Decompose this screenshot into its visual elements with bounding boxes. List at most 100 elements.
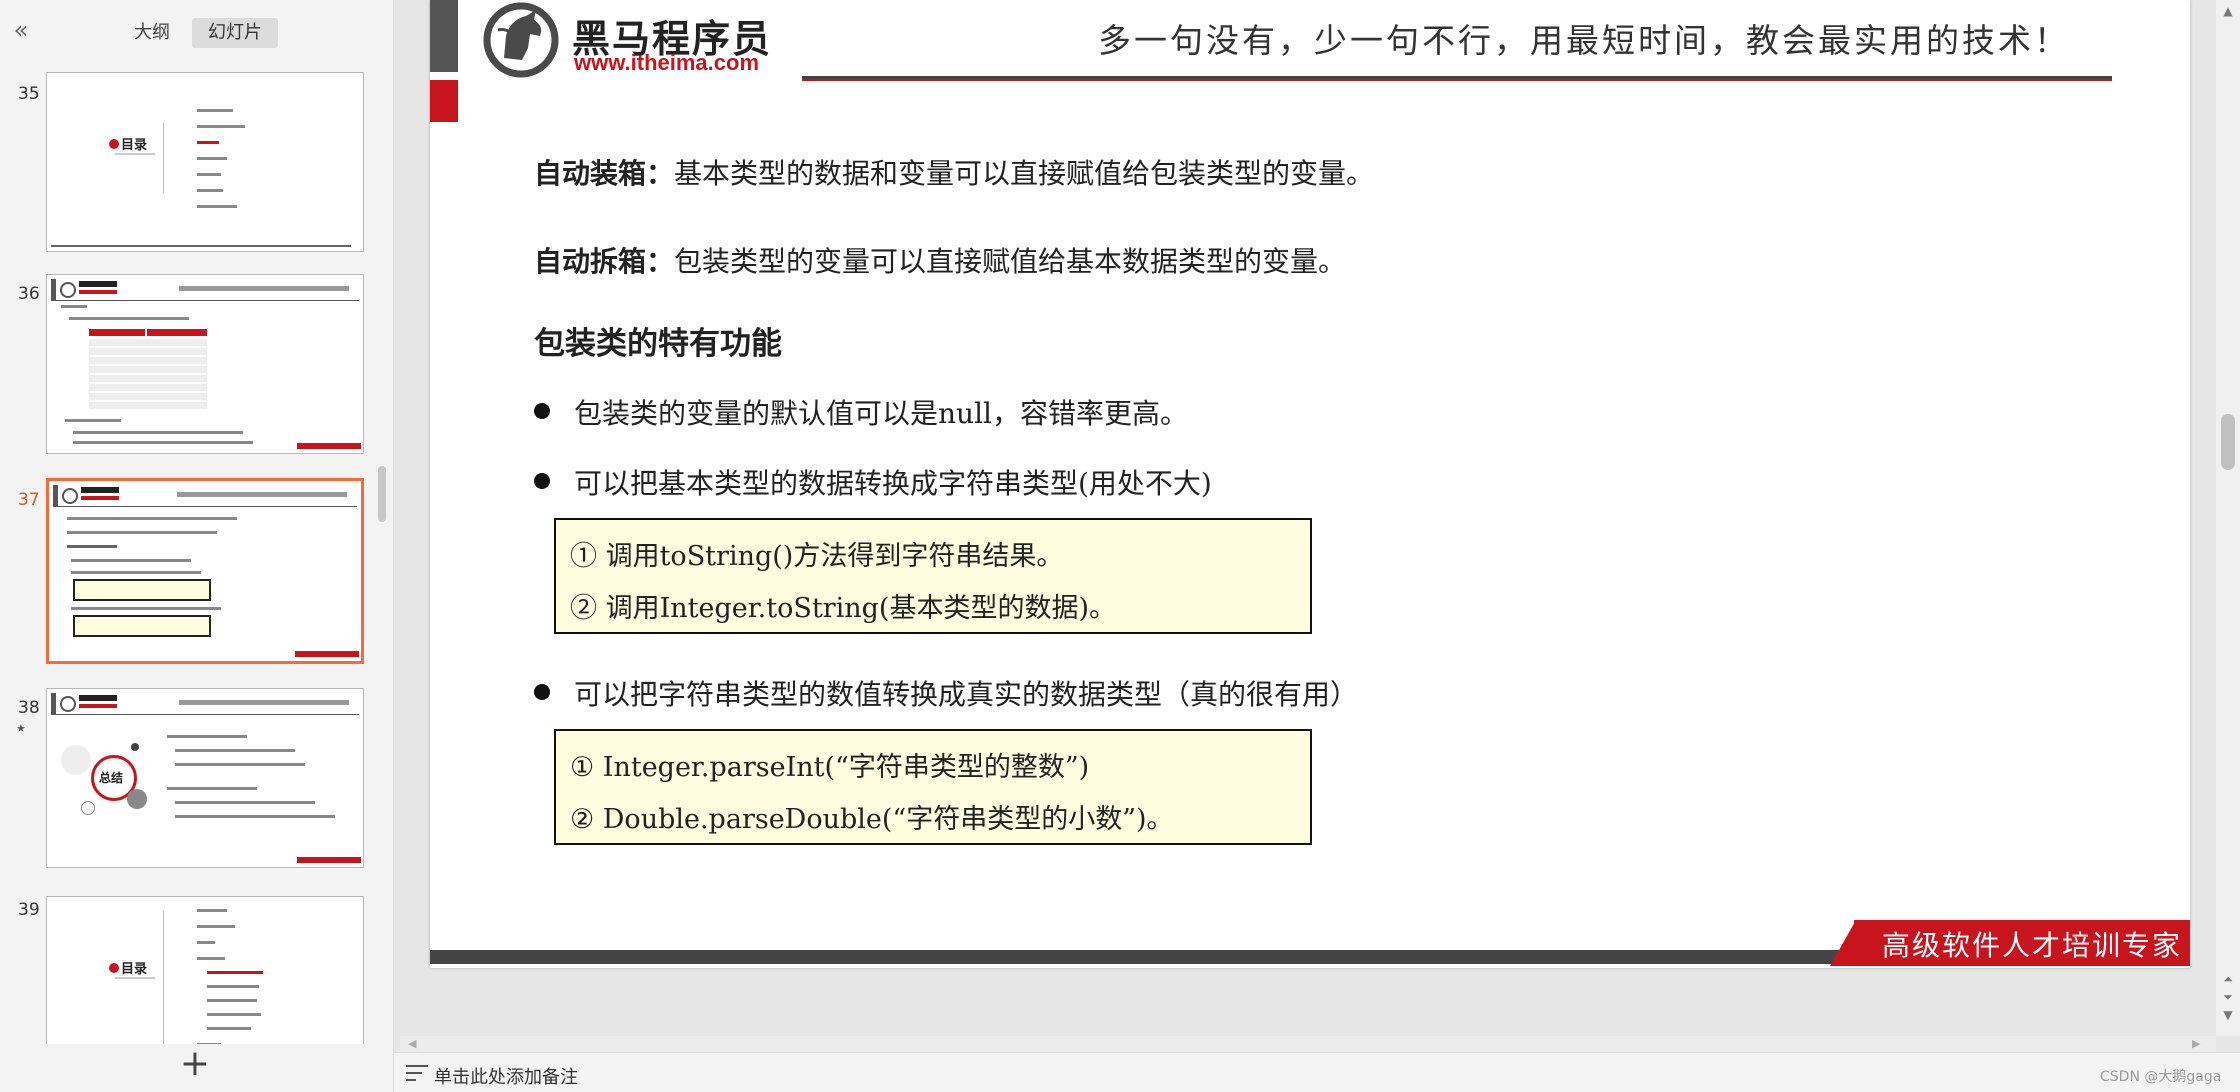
bullet-dot-icon	[534, 403, 550, 419]
notes-placeholder[interactable]: 单击此处添加备注	[434, 1063, 578, 1089]
slide-number: 39	[18, 900, 40, 920]
collapse-panel-icon[interactable]: «	[8, 18, 34, 44]
autoboxing-label: 自动装箱：	[534, 157, 675, 190]
decor-circle	[127, 789, 147, 809]
toc-label: 目录	[121, 962, 148, 977]
current-slide[interactable]: 黑马程序员 www.itheima.com 多一句没有，少一句不行，用最短时间，…	[430, 0, 2190, 968]
toc-line-active	[207, 971, 263, 974]
slide-number: 37	[18, 490, 40, 510]
view-tabs: 大纲 幻灯片	[118, 18, 278, 48]
thumb-footer-tag	[295, 651, 359, 657]
thumb-text-line	[71, 559, 191, 562]
slide-canvas: 黑马程序员 www.itheima.com 多一句没有，少一句不行，用最短时间，…	[394, 0, 2240, 1052]
prev-page-icon[interactable]: ⏶	[2219, 972, 2237, 986]
slide-number: 38	[18, 698, 40, 718]
notes-icon	[406, 1063, 428, 1083]
toc-line	[197, 173, 221, 176]
tab-outline[interactable]: 大纲	[118, 18, 186, 48]
parse-line-2: ② Double.parseDouble(“字符串类型的小数”)。	[570, 804, 1174, 835]
toc-line	[197, 909, 227, 912]
thumb-header	[51, 693, 359, 715]
parse-code-box: ① Integer.parseInt(“字符串类型的整数”) ② Double.…	[554, 729, 1312, 845]
slide-number: 35	[18, 84, 40, 104]
scroll-left-icon[interactable]: ◀	[408, 1037, 416, 1050]
vertical-scrollbar[interactable]: ▲ ⏶ ⏷ ▼	[2216, 0, 2240, 1036]
header-accent-red	[430, 80, 458, 122]
toc-line	[197, 925, 235, 928]
bullet-dot-icon	[534, 684, 550, 700]
thumb-table-body	[89, 339, 207, 411]
thumb-text-line	[175, 815, 335, 818]
thumbnail-scrollbar[interactable]	[378, 466, 386, 522]
bullet-dot-icon	[534, 473, 550, 489]
toc-line	[197, 941, 215, 944]
thumb-footer-tag	[297, 443, 361, 449]
thumb-text-line	[175, 763, 305, 766]
slide-thumbnail-active[interactable]	[46, 478, 364, 664]
toc-bullet-icon	[109, 139, 119, 149]
horizontal-scrollbar[interactable]: ◀ ▶	[400, 1036, 2216, 1052]
thumb-text-line	[67, 531, 217, 534]
header-accent-bar	[430, 0, 458, 72]
tostring-code-box: ① 调用toString()方法得到字符串结果。 ② 调用Integer.toS…	[554, 518, 1312, 634]
tostring-line-2: ② 调用Integer.toString(基本类型的数据)。	[570, 593, 1116, 624]
toc-bullet-icon	[109, 963, 119, 973]
thumbnail-row[interactable]: 35 目录	[0, 66, 378, 252]
slide-thumbnail[interactable]: 总结	[46, 688, 364, 868]
thumbnail-row[interactable]: 36	[0, 268, 378, 454]
scroll-thumb[interactable]	[2221, 414, 2235, 470]
parse-line-1: ① Integer.parseInt(“字符串类型的整数”)	[570, 752, 1090, 783]
toc-line	[207, 999, 257, 1002]
brand-url: www.itheima.com	[574, 50, 760, 75]
thumb-header	[53, 485, 357, 507]
scroll-right-icon[interactable]: ▶	[2192, 1037, 2200, 1050]
thumb-text-line	[73, 441, 253, 444]
scroll-down-icon[interactable]: ▼	[2219, 1008, 2237, 1022]
toc-line	[207, 1027, 251, 1030]
thumb-table-header	[147, 329, 207, 336]
animation-star-icon: ★	[16, 722, 26, 735]
toc-label: 目录	[121, 138, 148, 153]
add-slide-button[interactable]: +	[178, 1046, 212, 1082]
slide-thumbnail[interactable]: 目录	[46, 896, 364, 1044]
thumb-header	[51, 279, 359, 301]
footer-notch	[1830, 920, 1856, 966]
thumbnail-list: 35 目录 36 37 38 总结 39 目录	[0, 60, 378, 1044]
slide-panel: « 大纲 幻灯片 35 目录 36 37 38 总结 39 目录 ★ +	[0, 0, 394, 1092]
thumb-code-box	[73, 615, 211, 637]
thumb-text-line	[67, 545, 117, 548]
thumb-text-line	[69, 317, 189, 320]
slide-thumbnail[interactable]	[46, 274, 364, 454]
thumbnail-row-active[interactable]: 37	[0, 472, 378, 664]
thumbnail-row[interactable]: 38 总结	[0, 682, 378, 868]
scroll-up-icon[interactable]: ▲	[2219, 4, 2237, 18]
toc-line	[197, 957, 225, 960]
footer-tag-text: 高级软件人才培训专家	[1882, 929, 2183, 962]
decor-circle	[61, 745, 91, 775]
summary-label: 总结	[99, 771, 124, 785]
tab-slides[interactable]: 幻灯片	[192, 18, 278, 48]
thumb-text-line	[61, 305, 87, 308]
toc-divider	[163, 123, 164, 193]
decor-circle	[131, 743, 139, 751]
notes-bar[interactable]: 单击此处添加备注	[394, 1052, 2240, 1092]
thumb-text-line	[167, 735, 247, 738]
next-page-icon[interactable]: ⏷	[2219, 990, 2237, 1004]
thumb-text-line	[71, 571, 201, 574]
thumb-text-line	[67, 517, 237, 520]
unboxing-text: 包装类型的变量可以直接赋值给基本数据类型的变量。	[674, 245, 1347, 278]
toc-line	[197, 109, 233, 112]
toc-sub-line	[115, 153, 155, 155]
toc-line	[197, 157, 227, 160]
toc-line	[197, 189, 223, 192]
bullet-parse: 可以把字符串类型的数值转换成真实的数据类型（真的很有用）	[574, 678, 1359, 711]
thumbnail-row[interactable]: 39 目录	[0, 890, 378, 1044]
presentation-app: « 大纲 幻灯片 35 目录 36 37 38 总结 39 目录 ★ + 黑马程…	[0, 0, 2240, 1092]
slide-thumbnail[interactable]: 目录	[46, 72, 364, 252]
slogan: 多一句没有，少一句不行，用最短时间，教会最实用的技术！	[1098, 21, 2070, 60]
thumb-text-line	[175, 749, 295, 752]
thumb-text-line	[71, 607, 221, 610]
header-rule-red	[802, 79, 2112, 81]
thumb-text-line	[65, 419, 121, 422]
toc-line	[197, 125, 245, 128]
